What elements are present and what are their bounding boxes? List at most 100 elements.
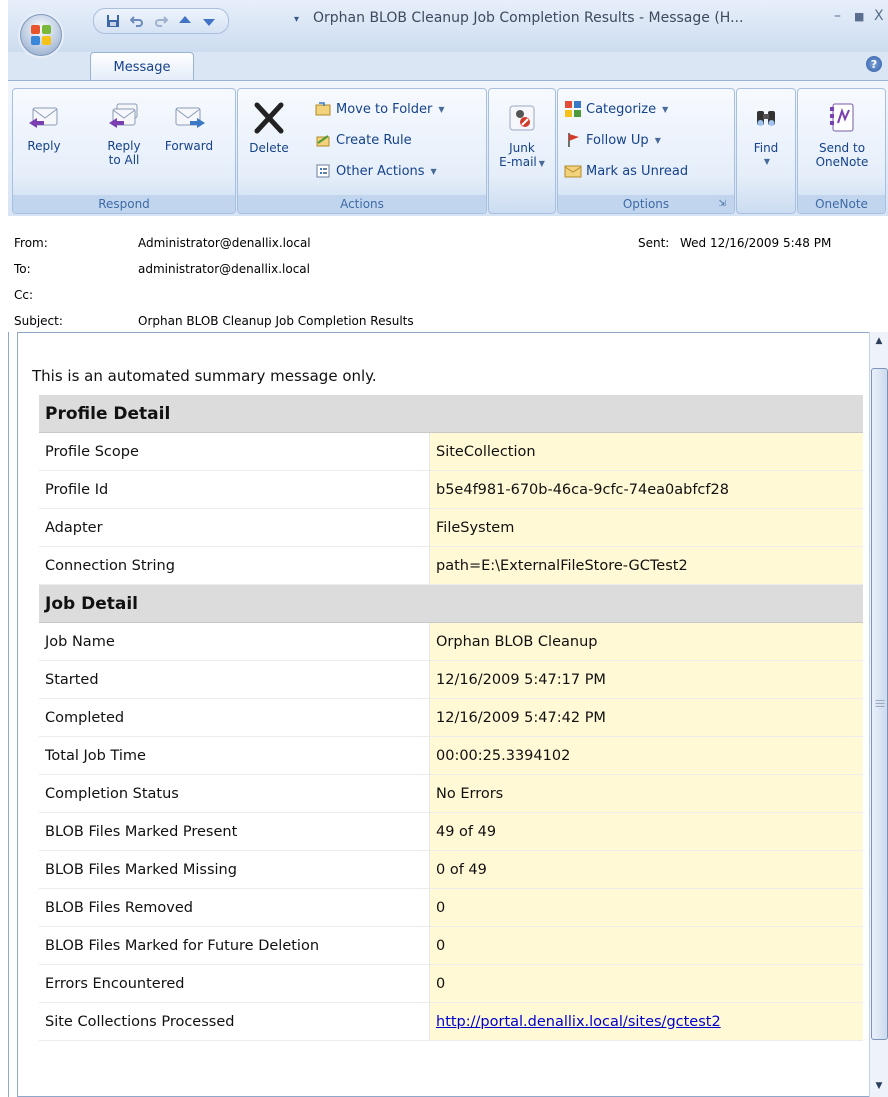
quick-access-toolbar bbox=[93, 8, 229, 34]
actions-group-label: Actions bbox=[238, 195, 486, 213]
customize-qat-dropdown[interactable]: ▾ bbox=[294, 14, 299, 25]
table-row: BLOB Files Marked Present 49 of 49 bbox=[39, 812, 863, 851]
row-value: 0 bbox=[429, 926, 863, 965]
to-label: To: bbox=[14, 262, 31, 276]
row-key: BLOB Files Marked Missing bbox=[39, 850, 430, 889]
row-value: 0 bbox=[429, 964, 863, 1003]
delete-button[interactable]: Delete bbox=[244, 101, 294, 155]
up-arrow-icon[interactable] bbox=[176, 12, 194, 30]
junk-group: Junk E-mail ▼ bbox=[488, 88, 556, 214]
office-button[interactable] bbox=[20, 14, 62, 56]
dialog-launcher-icon[interactable]: ⇲ bbox=[718, 195, 726, 213]
row-value: SiteCollection bbox=[429, 432, 863, 471]
onenote-group: Send to OneNote OneNote bbox=[797, 88, 886, 214]
categorize-icon bbox=[564, 101, 582, 117]
move-to-folder-icon bbox=[314, 101, 332, 117]
tab-message[interactable]: Message bbox=[90, 52, 194, 81]
find-group: Find ▼ bbox=[736, 88, 796, 214]
row-value: http://portal.denallix.local/sites/gctes… bbox=[429, 1002, 863, 1041]
minimize-button[interactable]: – bbox=[834, 8, 841, 24]
reply-all-label-2: to All bbox=[108, 153, 140, 167]
vertical-scrollbar[interactable]: ▲ — — — ▼ bbox=[869, 332, 888, 1097]
delete-label: Delete bbox=[249, 141, 289, 155]
table-row: Errors Encountered 0 bbox=[39, 964, 863, 1003]
grip-icon: — — — bbox=[875, 695, 885, 712]
chevron-down-icon: ▼ bbox=[662, 104, 669, 114]
from-value[interactable]: Administrator@denallix.local bbox=[138, 236, 311, 250]
reply-all-button[interactable]: Reply to All bbox=[99, 99, 149, 167]
table-row: BLOB Files Marked for Future Deletion 0 bbox=[39, 926, 863, 965]
chevron-down-icon: ▼ bbox=[438, 104, 445, 114]
find-button[interactable]: Find ▼ bbox=[741, 101, 791, 169]
junk-label-2: E-mail ▼ bbox=[499, 155, 545, 169]
scroll-up-button[interactable]: ▲ bbox=[871, 332, 887, 350]
row-key: Errors Encountered bbox=[39, 964, 430, 1003]
help-icon[interactable]: ? bbox=[866, 56, 882, 72]
maximize-button[interactable]: ■ bbox=[854, 10, 864, 23]
row-value: 00:00:25.3394102 bbox=[429, 736, 863, 775]
reply-all-icon bbox=[107, 99, 141, 133]
site-collection-link[interactable]: http://portal.denallix.local/sites/gctes… bbox=[436, 1014, 721, 1030]
down-arrow-icon[interactable] bbox=[200, 12, 218, 30]
row-key: Completed bbox=[39, 698, 430, 737]
follow-up-label: Follow Up bbox=[586, 132, 649, 148]
message-body: This is an automated summary message onl… bbox=[17, 332, 871, 1097]
section-title: Profile Detail bbox=[39, 395, 863, 433]
table-row: BLOB Files Marked Missing 0 of 49 bbox=[39, 850, 863, 889]
window-title: Orphan BLOB Cleanup Job Completion Resul… bbox=[313, 10, 744, 26]
respond-group-label: Respond bbox=[13, 195, 235, 213]
binoculars-icon bbox=[749, 101, 783, 135]
row-key: Started bbox=[39, 660, 430, 699]
scroll-down-button[interactable]: ▼ bbox=[871, 1077, 887, 1095]
message-body-frame: This is an automated summary message onl… bbox=[8, 332, 888, 1097]
title-bar: ▾ Orphan BLOB Cleanup Job Completion Res… bbox=[8, 0, 888, 56]
sent-label: Sent: bbox=[638, 236, 670, 250]
to-value[interactable]: administrator@denallix.local bbox=[138, 262, 310, 276]
follow-up-button[interactable]: Follow Up ▼ bbox=[564, 132, 661, 148]
table-row: Started 12/16/2009 5:47:17 PM bbox=[39, 660, 863, 699]
row-value: 12/16/2009 5:47:17 PM bbox=[429, 660, 863, 699]
intro-text: This is an automated summary message onl… bbox=[32, 367, 377, 385]
section-header-row: Profile Detail bbox=[39, 395, 863, 433]
row-key: Profile Scope bbox=[39, 432, 430, 471]
redo-icon[interactable] bbox=[152, 12, 170, 30]
chevron-down-icon: ▼ bbox=[654, 135, 661, 145]
forward-button[interactable]: Forward bbox=[157, 99, 221, 153]
scroll-thumb[interactable]: — — — bbox=[871, 368, 888, 1040]
message-header: From: Administrator@denallix.local Sent:… bbox=[8, 216, 888, 332]
forward-label: Forward bbox=[164, 139, 214, 153]
from-label: From: bbox=[14, 236, 48, 250]
categorize-label: Categorize bbox=[586, 101, 657, 117]
save-icon[interactable] bbox=[104, 12, 122, 30]
undo-icon[interactable] bbox=[128, 12, 146, 30]
row-key: BLOB Files Removed bbox=[39, 888, 430, 927]
mark-as-unread-button[interactable]: Mark as Unread bbox=[564, 163, 688, 179]
outlook-message-window: ▾ Orphan BLOB Cleanup Job Completion Res… bbox=[8, 0, 888, 1097]
row-key: BLOB Files Marked for Future Deletion bbox=[39, 926, 430, 965]
row-value: No Errors bbox=[429, 774, 863, 813]
move-to-folder-button[interactable]: Move to Folder ▼ bbox=[314, 101, 445, 117]
reply-all-label-1: Reply bbox=[107, 139, 141, 153]
row-value: 49 of 49 bbox=[429, 812, 863, 851]
other-actions-button[interactable]: Other Actions ▼ bbox=[314, 163, 437, 179]
move-to-folder-label: Move to Folder bbox=[336, 101, 433, 117]
other-actions-label: Other Actions bbox=[336, 163, 425, 179]
row-value: 0 of 49 bbox=[429, 850, 863, 889]
send-to-onenote-label-1: Send to bbox=[818, 141, 866, 155]
junk-email-button[interactable]: Junk E-mail ▼ bbox=[493, 101, 551, 171]
row-value: FileSystem bbox=[429, 508, 863, 547]
table-row: Adapter FileSystem bbox=[39, 508, 863, 547]
create-rule-button[interactable]: Create Rule bbox=[314, 132, 412, 148]
row-value: b5e4f981-670b-46ca-9cfc-74ea0abfcf28 bbox=[429, 470, 863, 509]
table-row: Completed 12/16/2009 5:47:42 PM bbox=[39, 698, 863, 737]
office-logo-icon bbox=[31, 25, 51, 45]
chevron-down-icon: ▼ bbox=[763, 157, 771, 166]
respond-group: Reply Reply to All Forward Respond bbox=[12, 88, 236, 214]
send-to-onenote-button[interactable]: Send to OneNote bbox=[802, 101, 882, 169]
reply-button[interactable]: Reply bbox=[21, 99, 67, 153]
cc-label: Cc: bbox=[14, 288, 34, 302]
table-row: Profile Id b5e4f981-670b-46ca-9cfc-74ea0a… bbox=[39, 470, 863, 509]
close-button[interactable]: X bbox=[874, 8, 884, 24]
table-row: Connection String path=E:\ExternalFileSto… bbox=[39, 546, 863, 585]
categorize-button[interactable]: Categorize ▼ bbox=[564, 101, 668, 117]
